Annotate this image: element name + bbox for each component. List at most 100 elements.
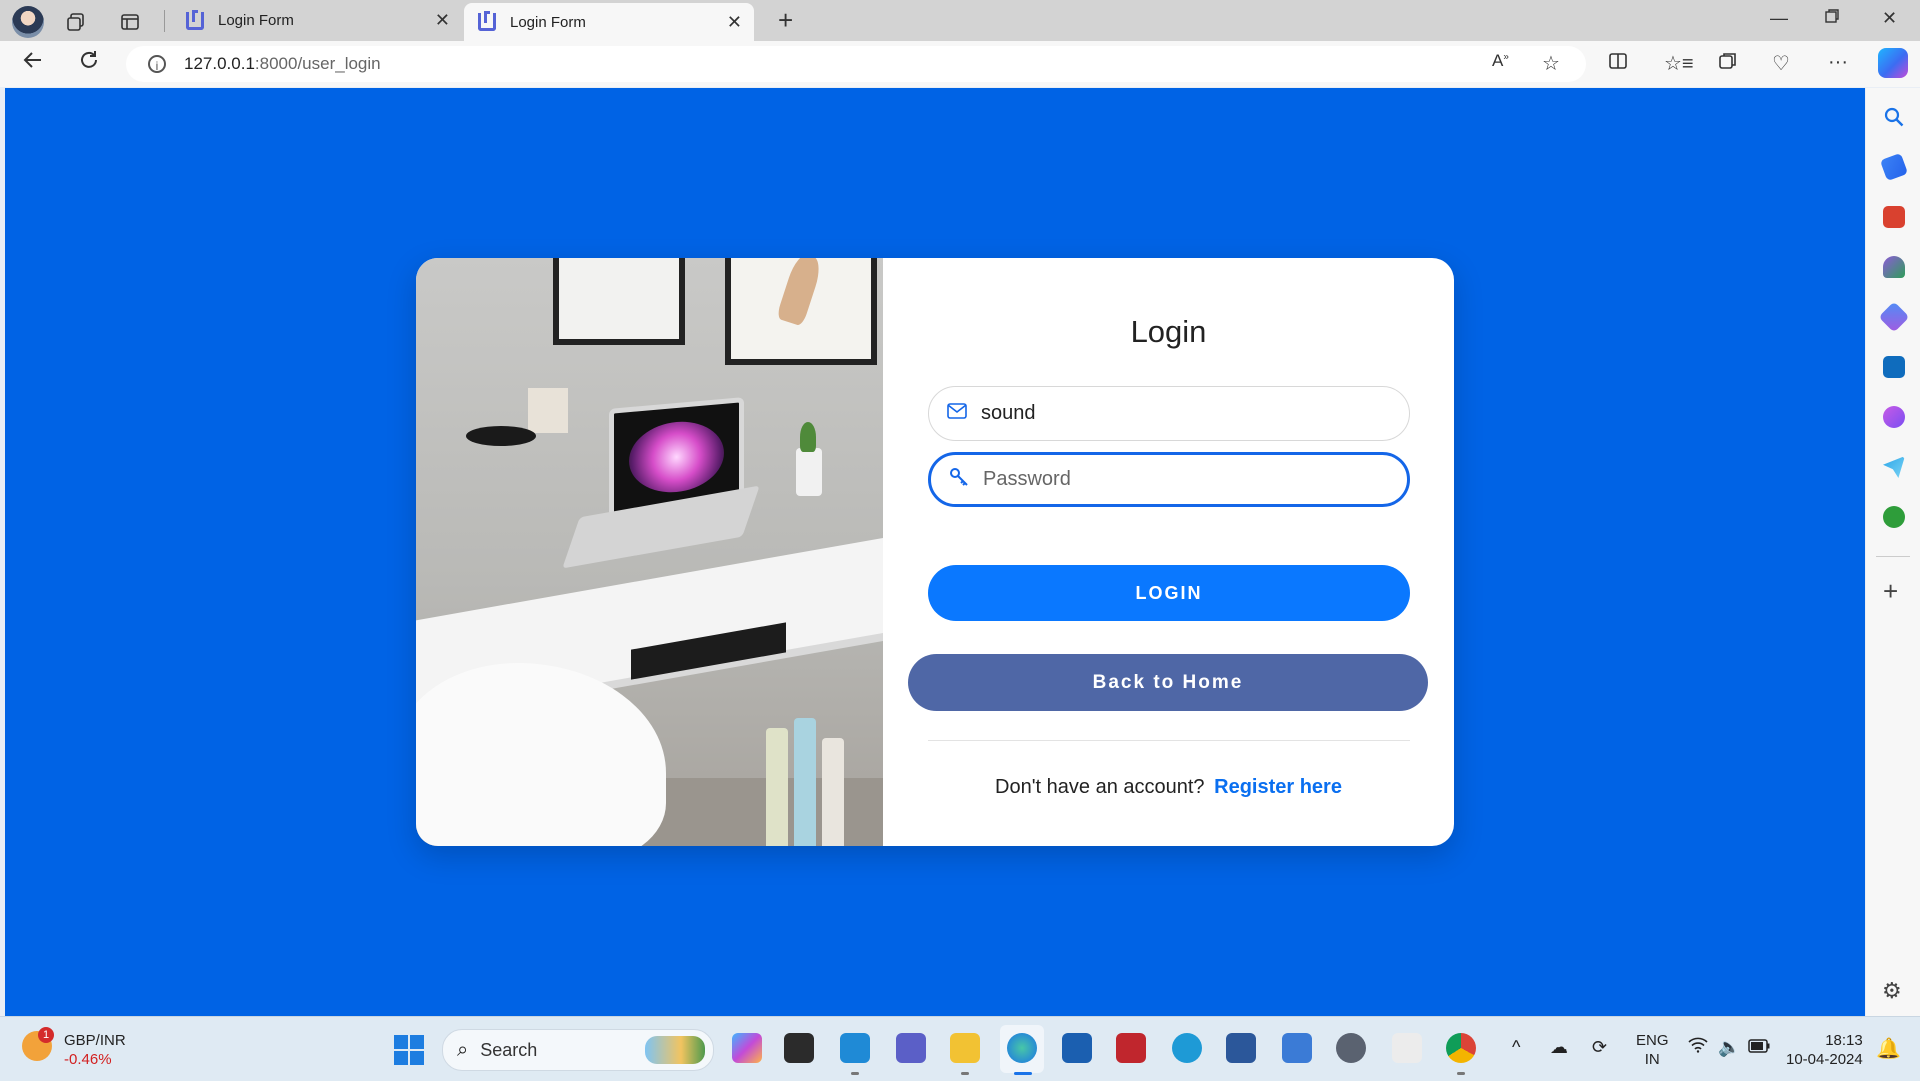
username-input[interactable] (979, 401, 1393, 426)
onedrive-cloud-icon[interactable]: ☁ (1550, 1037, 1568, 1058)
login-card: Login LOGIN Back to Home Don't have an a… (416, 258, 1454, 846)
collections-icon[interactable] (1718, 51, 1738, 77)
paper-roll (794, 718, 816, 846)
site-info-icon[interactable]: i (148, 55, 166, 73)
python-icon[interactable] (1392, 1033, 1422, 1063)
task-view-icon[interactable] (784, 1033, 814, 1063)
store-icon[interactable] (1062, 1033, 1092, 1063)
copilot-icon[interactable] (1878, 48, 1908, 78)
reload-icon[interactable] (78, 49, 100, 77)
copilot-preview-icon[interactable] (732, 1033, 762, 1063)
language-indicator[interactable]: ENG IN (1636, 1031, 1669, 1069)
page-viewport: Login LOGIN Back to Home Don't have an a… (5, 88, 1865, 1016)
chevron-up-icon[interactable]: ^ (1512, 1037, 1520, 1058)
pen-holder (528, 388, 568, 433)
chair-seat (416, 663, 666, 846)
favorite-star-icon[interactable]: ☆ (1542, 51, 1560, 76)
back-arrow-icon[interactable] (22, 49, 44, 77)
workspaces-icon[interactable] (62, 8, 90, 36)
ticker-change: -0.46% (64, 1051, 112, 1068)
running-indicator (1457, 1072, 1465, 1075)
profile-avatar[interactable] (12, 6, 44, 38)
tab-actions-icon[interactable] (116, 8, 144, 36)
tab-title: Login Form (510, 13, 586, 31)
wall-frame (553, 258, 685, 345)
search-icon[interactable] (1883, 106, 1905, 128)
desk-photo (416, 258, 883, 846)
close-icon[interactable]: ✕ (435, 10, 450, 31)
microsoft-365-icon[interactable] (1878, 301, 1910, 333)
search-highlight-art (645, 1036, 705, 1064)
password-input[interactable] (981, 467, 1395, 492)
designer-icon[interactable] (1883, 406, 1905, 428)
tab-title: Login Form (218, 12, 294, 29)
more-options-icon[interactable]: ··· (1828, 51, 1848, 74)
read-aloud-icon[interactable]: A» (1492, 51, 1509, 71)
running-indicator (961, 1072, 969, 1075)
ticker-widget[interactable]: GBP/INR -0.46% (64, 1031, 126, 1069)
edge-sidebar: + ⚙ (1866, 88, 1920, 1016)
word-icon[interactable] (1226, 1033, 1256, 1063)
password-field[interactable] (928, 452, 1410, 507)
vscode-icon[interactable] (840, 1033, 870, 1063)
widget-badge: 1 (38, 1027, 54, 1043)
new-tab-button[interactable]: + (778, 5, 793, 36)
browser-essentials-icon[interactable]: ♡ (1772, 51, 1790, 76)
add-icon[interactable]: + (1883, 576, 1898, 607)
sync-icon[interactable]: ⟳ (1592, 1037, 1607, 1058)
window-close-icon[interactable]: ✕ (1882, 8, 1897, 29)
windows-taskbar: 1 GBP/INR -0.46% ⌕ Search ^ ☁ ⟳ ENG IN 🔈 (0, 1016, 1920, 1081)
form-divider (928, 740, 1410, 741)
wall-frame (725, 258, 877, 365)
teams-icon[interactable] (896, 1033, 926, 1063)
notepad-icon[interactable] (1282, 1033, 1312, 1063)
paper-roll (822, 738, 844, 846)
register-prompt: Don't have an account? (995, 776, 1205, 798)
tools-icon[interactable] (1883, 206, 1905, 228)
address-url[interactable]: 127.0.0.1:8000/user_login (184, 54, 381, 74)
close-icon[interactable]: ✕ (727, 12, 742, 33)
address-bar[interactable]: i 127.0.0.1:8000/user_login (126, 46, 1586, 82)
settings-icon[interactable] (1336, 1033, 1366, 1063)
lang-code: ENG (1636, 1032, 1669, 1049)
tab-strip: Login Form ✕ Login Form ✕ + — ✕ (0, 0, 1920, 41)
shopping-tag-icon[interactable] (1879, 152, 1909, 182)
volume-icon[interactable]: 🔈 (1718, 1037, 1740, 1058)
login-button[interactable]: LOGIN (928, 565, 1410, 621)
back-to-home-button[interactable]: Back to Home (908, 654, 1428, 711)
clock-date: 10-04-2024 (1786, 1051, 1863, 1068)
cup (466, 426, 536, 446)
chrome-icon[interactable] (1446, 1033, 1476, 1063)
minimize-icon[interactable]: — (1770, 8, 1788, 29)
tree-icon[interactable] (1883, 506, 1905, 528)
clock-time: 18:13 (1825, 1032, 1863, 1049)
lang-region: IN (1644, 1051, 1660, 1068)
register-link[interactable]: Register here (1214, 776, 1342, 798)
tab-login-form-2[interactable]: Login Form ✕ (464, 3, 754, 41)
edge-icon[interactable] (1007, 1033, 1037, 1063)
register-prompt-line: Don't have an account? Register here (883, 776, 1454, 799)
split-screen-icon[interactable] (1608, 51, 1628, 77)
url-host: 127.0.0.1 (184, 54, 255, 73)
games-icon[interactable] (1883, 256, 1905, 278)
outlook-icon[interactable] (1883, 356, 1905, 378)
favorites-icon[interactable]: ☆≡ (1664, 51, 1694, 76)
mcafee-icon[interactable] (1116, 1033, 1146, 1063)
taskbar-search[interactable]: ⌕ Search (442, 1029, 714, 1071)
battery-icon[interactable] (1748, 1037, 1770, 1058)
send-icon[interactable] (1883, 456, 1905, 478)
file-explorer-icon[interactable] (950, 1033, 980, 1063)
windows-start-icon[interactable] (394, 1035, 424, 1065)
tab-login-form-1[interactable]: Login Form ✕ (172, 0, 462, 41)
paper-roll (766, 728, 788, 846)
restore-icon[interactable] (1824, 8, 1840, 29)
login-form: Login LOGIN Back to Home Don't have an a… (883, 258, 1454, 846)
settings-gear-icon[interactable]: ⚙ (1882, 978, 1902, 1004)
system-clock[interactable]: 18:13 10-04-2024 (1786, 1031, 1863, 1069)
url-path: :8000/user_login (254, 54, 381, 73)
notification-bell-icon[interactable]: 🔔 (1876, 1036, 1901, 1061)
search-icon: ⌕ (457, 1038, 469, 1061)
help-icon[interactable] (1172, 1033, 1202, 1063)
wifi-icon[interactable] (1688, 1037, 1708, 1058)
username-field[interactable] (928, 386, 1410, 441)
